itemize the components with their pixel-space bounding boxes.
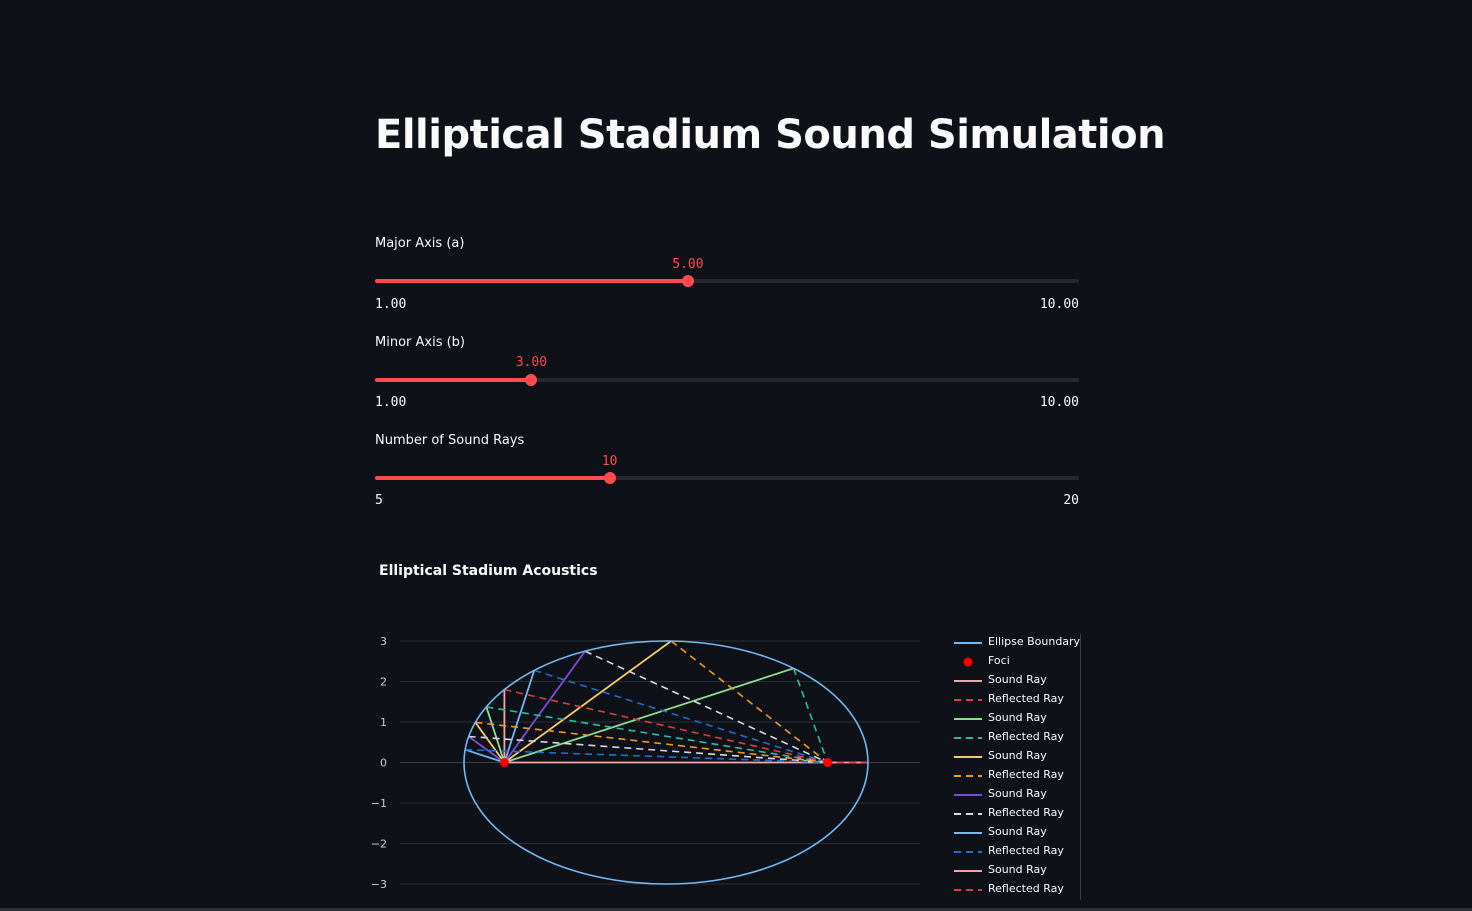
- slider-thumb[interactable]: [525, 374, 538, 386]
- legend-item[interactable]: Foci: [952, 653, 1082, 672]
- legend-swatch: [954, 756, 982, 758]
- legend-swatch: [954, 851, 982, 853]
- legend-item[interactable]: Sound Ray: [952, 862, 1082, 881]
- legend-label: Reflected Ray: [988, 844, 1064, 857]
- slider-label: Number of Sound Rays: [375, 433, 525, 448]
- legend-item[interactable]: Reflected Ray: [952, 691, 1082, 710]
- slider-fill: [375, 279, 688, 283]
- legend-label: Sound Ray: [988, 787, 1047, 800]
- sound-ray: [504, 667, 794, 764]
- legend-item[interactable]: Sound Ray: [952, 824, 1082, 843]
- legend-item[interactable]: Ellipse Boundary: [952, 634, 1082, 653]
- legend-item[interactable]: Sound Ray: [952, 786, 1082, 805]
- legend-swatch: [954, 832, 982, 834]
- slider-min-label: 5: [375, 493, 383, 508]
- legend-item[interactable]: Reflected Ray: [952, 881, 1082, 900]
- slider-max-label: 10.00: [1039, 395, 1079, 410]
- chart-legend[interactable]: Ellipse Boundary Foci Sound Ray Reflected R…: [952, 634, 1081, 900]
- legend-swatch: [954, 813, 982, 815]
- slider-min-label: 1.00: [375, 297, 407, 312]
- slider-current-value: 3.00: [515, 355, 548, 370]
- slider-thumb[interactable]: [681, 275, 694, 287]
- y-tick-label: 0: [380, 757, 387, 770]
- page-title: Elliptical Stadium Sound Simulation: [375, 112, 1166, 158]
- legend-swatch: [963, 657, 973, 667]
- sound-ray: [503, 640, 672, 764]
- legend-label: Sound Ray: [988, 863, 1047, 876]
- y-tick-label: 3: [380, 635, 387, 648]
- sound-ray: [468, 735, 505, 764]
- slider-track[interactable]: [375, 378, 1079, 382]
- slider-current-value: 10: [601, 454, 618, 469]
- y-tick-label: −3: [371, 878, 387, 891]
- sound-rays-slider[interactable]: Number of Sound Rays 10 5 20: [375, 433, 1079, 513]
- legend-item[interactable]: Reflected Ray: [952, 843, 1082, 862]
- legend-swatch: [954, 775, 982, 777]
- y-tick-label: −1: [371, 797, 387, 810]
- slider-track[interactable]: [375, 279, 1079, 283]
- slider-thumb[interactable]: [603, 472, 616, 484]
- legend-label: Reflected Ray: [988, 692, 1064, 705]
- y-tick-label: −2: [371, 838, 387, 851]
- y-tick-label: 1: [380, 716, 387, 729]
- legend-swatch: [954, 699, 982, 701]
- focus-point: [823, 758, 833, 767]
- slider-fill: [375, 476, 610, 480]
- chart-title: Elliptical Stadium Acoustics: [379, 563, 598, 579]
- slider-label: Major Axis (a): [375, 236, 465, 251]
- sound-ray: [503, 670, 536, 763]
- reflected-ray: [486, 706, 828, 764]
- slider-min-label: 1.00: [375, 395, 407, 410]
- major-axis-slider[interactable]: Major Axis (a) 5.00 1.00 10.00: [375, 236, 1079, 316]
- legend-label: Foci: [988, 654, 1010, 667]
- legend-swatch: [954, 737, 982, 739]
- legend-swatch: [954, 889, 982, 891]
- slider-fill: [375, 378, 532, 382]
- legend-label: Reflected Ray: [988, 730, 1064, 743]
- legend-item[interactable]: Reflected Ray: [952, 729, 1082, 748]
- sound-ray: [474, 721, 506, 764]
- legend-item[interactable]: Sound Ray: [952, 672, 1082, 691]
- slider-max-label: 20: [1063, 493, 1079, 508]
- legend-label: Sound Ray: [988, 825, 1047, 838]
- reflected-ray: [534, 669, 828, 764]
- legend-label: Sound Ray: [988, 749, 1047, 762]
- sound-ray: [503, 650, 586, 764]
- legend-swatch: [954, 680, 982, 682]
- legend-label: Sound Ray: [988, 673, 1047, 686]
- slider-label: Minor Axis (b): [375, 335, 465, 350]
- legend-item[interactable]: Reflected Ray: [952, 767, 1082, 786]
- legend-label: Ellipse Boundary: [988, 635, 1081, 648]
- reflected-ray: [465, 748, 828, 764]
- acoustics-plot[interactable]: 3 2 1 0 −1 −2 −3: [360, 610, 920, 900]
- legend-label: Sound Ray: [988, 711, 1047, 724]
- legend-item[interactable]: Sound Ray: [952, 748, 1082, 767]
- legend-label: Reflected Ray: [988, 882, 1064, 895]
- sound-ray: [464, 748, 505, 764]
- legend-swatch: [954, 794, 982, 796]
- legend-swatch: [954, 718, 982, 720]
- legend-label: Reflected Ray: [988, 806, 1064, 819]
- focus-point: [499, 758, 509, 767]
- y-tick-label: 2: [380, 676, 387, 689]
- legend-swatch: [954, 642, 982, 644]
- slider-track[interactable]: [375, 476, 1079, 480]
- legend-item[interactable]: Sound Ray: [952, 710, 1082, 729]
- slider-max-label: 10.00: [1039, 297, 1079, 312]
- minor-axis-slider[interactable]: Minor Axis (b) 3.00 1.00 10.00: [375, 335, 1079, 415]
- sound-ray: [485, 706, 506, 763]
- legend-label: Reflected Ray: [988, 768, 1064, 781]
- slider-current-value: 5.00: [672, 257, 704, 272]
- legend-item[interactable]: Reflected Ray: [952, 805, 1082, 824]
- legend-swatch: [954, 870, 982, 872]
